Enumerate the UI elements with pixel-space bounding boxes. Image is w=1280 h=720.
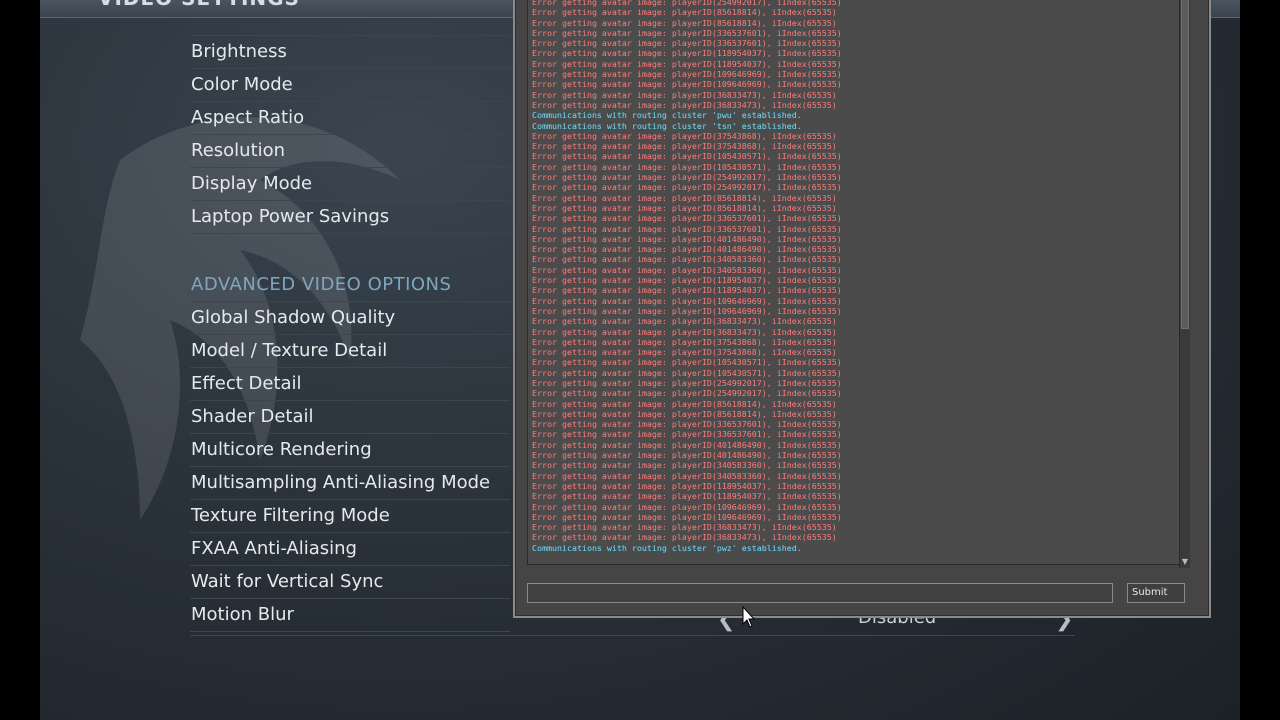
log-line-error: Error getting avatar image: playerID(109…	[532, 295, 842, 306]
log-line-error: Error getting avatar image: playerID(118…	[532, 285, 842, 296]
log-line-error: Error getting avatar image: playerID(856…	[532, 398, 837, 409]
log-line-error: Error getting avatar image: playerID(105…	[532, 357, 842, 368]
divider	[190, 635, 1075, 636]
log-line-info: Communications with routing cluster 'pwz…	[532, 542, 802, 553]
console-command-input[interactable]	[527, 583, 1113, 603]
log-line-error: Error getting avatar image: playerID(109…	[532, 69, 842, 80]
log-line-error: Error getting avatar image: playerID(856…	[532, 192, 837, 203]
video-settings-screen: VIDEO SETTINGS Brightness Color Mode Asp…	[40, 0, 1240, 720]
log-line-error: Error getting avatar image: playerID(368…	[532, 99, 837, 110]
option-motion-blur[interactable]: Motion Blur	[190, 599, 510, 632]
option-aspect-ratio[interactable]: Aspect Ratio	[190, 102, 510, 135]
developer-console-window: Error getting avatar image: playerID(254…	[513, 0, 1211, 618]
log-line-error: Error getting avatar image: playerID(109…	[532, 501, 842, 512]
option-effect-detail[interactable]: Effect Detail	[190, 368, 510, 401]
log-line-error: Error getting avatar image: playerID(254…	[532, 0, 842, 7]
log-line-error: Error getting avatar image: playerID(368…	[532, 522, 837, 533]
log-line-error: Error getting avatar image: playerID(856…	[532, 202, 837, 213]
log-line-error: Error getting avatar image: playerID(254…	[532, 172, 842, 183]
scroll-down-icon[interactable]: ▼	[1180, 556, 1190, 568]
log-line-error: Error getting avatar image: playerID(109…	[532, 79, 842, 90]
option-multicore-rendering[interactable]: Multicore Rendering	[190, 434, 510, 467]
option-fxaa[interactable]: FXAA Anti-Aliasing	[190, 533, 510, 566]
log-line-error: Error getting avatar image: playerID(118…	[532, 480, 842, 491]
console-scrollbar[interactable]: ▼	[1179, 0, 1190, 568]
log-line-info: Communications with routing cluster 'tsn…	[532, 120, 802, 131]
console-log: Error getting avatar image: playerID(254…	[527, 0, 1181, 565]
log-line-error: Error getting avatar image: playerID(336…	[532, 38, 842, 49]
option-global-shadow-quality[interactable]: Global Shadow Quality	[190, 302, 510, 335]
log-line-error: Error getting avatar image: playerID(401…	[532, 439, 842, 450]
option-brightness[interactable]: Brightness	[190, 36, 510, 69]
log-line-error: Error getting avatar image: playerID(336…	[532, 429, 842, 440]
page-title: VIDEO SETTINGS	[98, 0, 300, 10]
log-line-error: Error getting avatar image: playerID(375…	[532, 141, 837, 152]
log-line-error: Error getting avatar image: playerID(375…	[532, 336, 837, 347]
log-line-error: Error getting avatar image: playerID(401…	[532, 450, 842, 461]
log-line-error: Error getting avatar image: playerID(340…	[532, 254, 842, 265]
mouse-cursor-icon	[742, 606, 756, 628]
option-model-texture-detail[interactable]: Model / Texture Detail	[190, 335, 510, 368]
option-color-mode[interactable]: Color Mode	[190, 69, 510, 102]
option-msaa-mode[interactable]: Multisampling Anti-Aliasing Mode	[190, 467, 510, 500]
log-line-error: Error getting avatar image: playerID(118…	[532, 275, 842, 286]
log-line-error: Error getting avatar image: playerID(105…	[532, 367, 842, 378]
option-texture-filtering-mode[interactable]: Texture Filtering Mode	[190, 500, 510, 533]
log-line-error: Error getting avatar image: playerID(401…	[532, 233, 842, 244]
log-line-error: Error getting avatar image: playerID(109…	[532, 305, 842, 316]
log-line-error: Error getting avatar image: playerID(856…	[532, 7, 837, 18]
basic-options-list: Brightness Color Mode Aspect Ratio Resol…	[190, 35, 510, 234]
log-line-error: Error getting avatar image: playerID(109…	[532, 511, 842, 522]
log-line-error: Error getting avatar image: playerID(118…	[532, 48, 842, 59]
log-line-error: Error getting avatar image: playerID(368…	[532, 326, 837, 337]
log-line-error: Error getting avatar image: playerID(375…	[532, 347, 837, 358]
log-line-error: Error getting avatar image: playerID(336…	[532, 27, 842, 38]
log-line-error: Error getting avatar image: playerID(340…	[532, 264, 842, 275]
option-display-mode[interactable]: Display Mode	[190, 168, 510, 201]
advanced-options-list: Global Shadow Quality Model / Texture De…	[190, 302, 510, 632]
log-line-error: Error getting avatar image: playerID(401…	[532, 244, 842, 255]
option-resolution[interactable]: Resolution	[190, 135, 510, 168]
log-line-error: Error getting avatar image: playerID(856…	[532, 408, 837, 419]
submit-button[interactable]: Submit	[1127, 583, 1185, 603]
log-line-error: Error getting avatar image: playerID(336…	[532, 419, 842, 430]
log-line-error: Error getting avatar image: playerID(254…	[532, 388, 842, 399]
log-line-error: Error getting avatar image: playerID(105…	[532, 151, 842, 162]
log-line-error: Error getting avatar image: playerID(340…	[532, 460, 842, 471]
scrollbar-thumb[interactable]	[1181, 0, 1189, 329]
log-line-error: Error getting avatar image: playerID(118…	[532, 58, 842, 69]
log-line-error: Error getting avatar image: playerID(375…	[532, 130, 837, 141]
log-line-error: Error getting avatar image: playerID(254…	[532, 182, 842, 193]
log-line-error: Error getting avatar image: playerID(368…	[532, 89, 837, 100]
log-line-error: Error getting avatar image: playerID(105…	[532, 161, 842, 172]
option-laptop-power-savings[interactable]: Laptop Power Savings	[190, 201, 510, 234]
log-line-error: Error getting avatar image: playerID(254…	[532, 377, 842, 388]
option-shader-detail[interactable]: Shader Detail	[190, 401, 510, 434]
log-line-error: Error getting avatar image: playerID(336…	[532, 223, 842, 234]
log-line-error: Error getting avatar image: playerID(118…	[532, 491, 842, 502]
log-line-error: Error getting avatar image: playerID(340…	[532, 470, 842, 481]
log-line-error: Error getting avatar image: playerID(368…	[532, 532, 837, 543]
log-line-info: Communications with routing cluster 'pwu…	[532, 110, 802, 121]
option-vertical-sync[interactable]: Wait for Vertical Sync	[190, 566, 510, 599]
log-line-error: Error getting avatar image: playerID(336…	[532, 213, 842, 224]
log-line-error: Error getting avatar image: playerID(368…	[532, 316, 837, 327]
log-line-error: Error getting avatar image: playerID(856…	[532, 17, 837, 28]
advanced-options-heading: ADVANCED VIDEO OPTIONS	[191, 270, 510, 302]
